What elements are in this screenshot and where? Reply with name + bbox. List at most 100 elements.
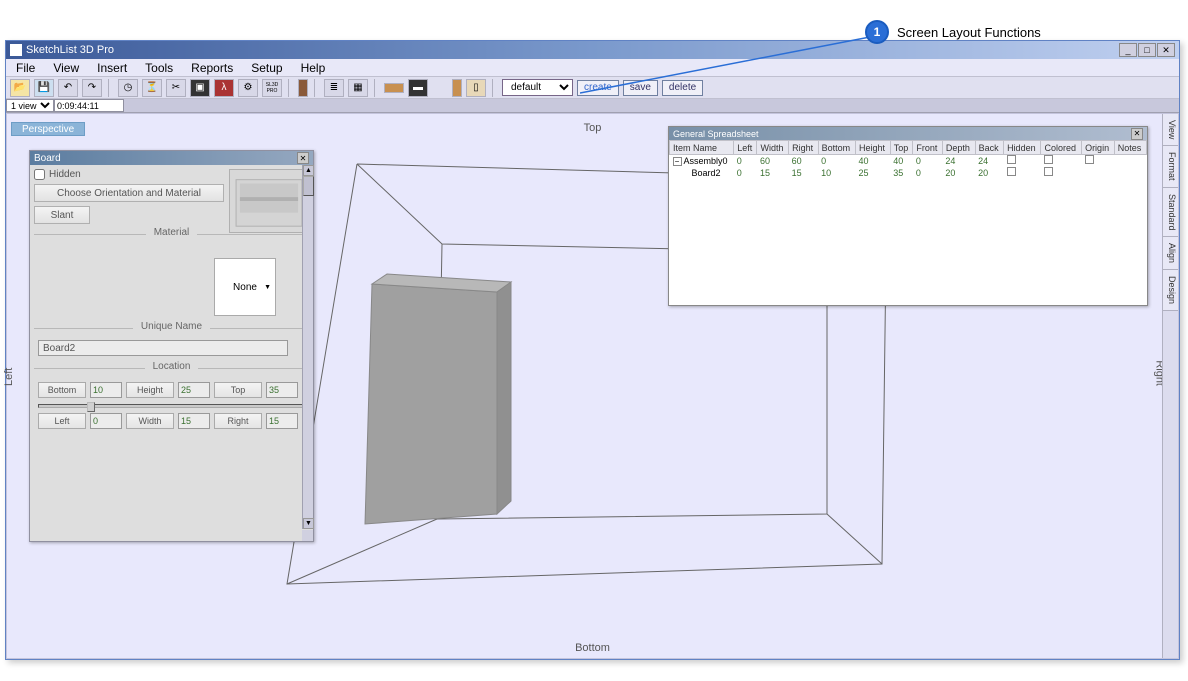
board-v-icon[interactable] [452,79,462,97]
expand-icon[interactable]: − [673,157,682,166]
menu-insert[interactable]: Insert [91,60,133,76]
col-hidden[interactable]: Hidden [1004,141,1041,155]
grid-icon[interactable]: ▦ [348,79,368,97]
loc-height-button[interactable]: Height [126,382,174,398]
menu-reports[interactable]: Reports [185,60,239,76]
close-button[interactable]: ✕ [1157,43,1175,57]
loc-bottom-button[interactable]: Bottom [38,382,86,398]
cavity-icon[interactable]: ▬ [408,79,428,97]
col-width[interactable]: Width [757,141,789,155]
menu-setup[interactable]: Setup [245,60,288,76]
col-itemname[interactable]: Item Name [670,141,734,155]
col-left[interactable]: Left [734,141,757,155]
table-row[interactable]: −Assembly0 060600404002424 [670,155,1147,167]
side-tab-design[interactable]: Design [1163,270,1178,311]
redo-icon[interactable]: ↷ [82,79,102,97]
clock-icon[interactable]: ◷ [118,79,138,97]
loc-right-button[interactable]: Right [214,413,262,429]
menu-file[interactable]: File [10,60,41,76]
col-colored[interactable]: Colored [1041,141,1082,155]
unique-name-section-label: Unique Name [133,321,210,332]
origin-checkbox-cell[interactable] [1085,155,1094,164]
door-icon[interactable] [298,79,308,97]
board-panel: Board ✕ Hidden Choose Orientation and Ma… [29,150,314,542]
slio-icon[interactable]: SL3DPRO [262,79,282,97]
loc-left-button[interactable]: Left [38,413,86,429]
delete-button[interactable]: delete [662,80,703,96]
gear-icon[interactable]: ⚙ [238,79,258,97]
menu-help[interactable]: Help [295,60,332,76]
loc-top-input[interactable] [266,382,298,398]
save-button[interactable]: save [623,80,658,96]
side-tabs: View Format Standard Align Design [1162,114,1178,658]
board-panel-title: Board [34,153,61,164]
col-depth[interactable]: Depth [942,141,975,155]
loc-height-input[interactable] [178,382,210,398]
col-back[interactable]: Back [975,141,1003,155]
spreadsheet-close[interactable]: ✕ [1131,128,1143,140]
hidden-checkbox-cell[interactable] [1007,167,1016,176]
status-strip: 1 view [6,99,1179,113]
hidden-checkbox[interactable] [34,169,45,180]
maximize-button[interactable]: □ [1138,43,1156,57]
col-top[interactable]: Top [890,141,913,155]
col-right[interactable]: Right [789,141,819,155]
perspective-tab[interactable]: Perspective [11,122,85,136]
side-tab-standard[interactable]: Standard [1163,188,1178,238]
annotation-marker: 1 [865,20,889,44]
scissors-icon[interactable]: ✂ [166,79,186,97]
main-viewport-area: Perspective Top Bottom Left Right Boa [6,113,1179,659]
board-panel-close[interactable]: ✕ [297,152,309,164]
colored-checkbox-cell[interactable] [1044,155,1053,164]
table-row[interactable]: Board2 0151510253502020 [670,167,1147,179]
viewport-label-bottom: Bottom [575,642,610,654]
unique-name-input[interactable] [38,340,288,356]
list-icon[interactable]: ≣ [324,79,344,97]
orientation-button[interactable]: Choose Orientation and Material [34,184,224,202]
colored-checkbox-cell[interactable] [1044,167,1053,176]
loc-right-input[interactable] [266,413,298,429]
panel-icon[interactable]: ▯ [466,79,486,97]
save-icon[interactable]: 💾 [34,79,54,97]
col-origin[interactable]: Origin [1082,141,1115,155]
material-select[interactable]: None [214,258,276,316]
side-tab-view[interactable]: View [1163,114,1178,146]
menu-view[interactable]: View [47,60,85,76]
loc-left-input[interactable] [90,413,122,429]
loc-width-button[interactable]: Width [126,413,174,429]
board-panel-resize-handle[interactable] [302,530,313,541]
app-icon [10,44,22,56]
app-title: SketchList 3D Pro [26,44,114,56]
view-count-select[interactable]: 1 view [6,99,54,112]
undo-icon[interactable]: ↶ [58,79,78,97]
loc-width-input[interactable] [178,413,210,429]
slant-button[interactable]: Slant [34,206,90,224]
location-section-label: Location [145,361,199,372]
layout-select[interactable]: default [502,79,573,96]
board-h-icon[interactable] [384,83,404,93]
loc-top-button[interactable]: Top [214,382,262,398]
menu-tools[interactable]: Tools [139,60,179,76]
col-front[interactable]: Front [913,141,943,155]
camera-icon[interactable]: ▣ [190,79,210,97]
timecode-input[interactable] [54,99,124,112]
side-tab-format[interactable]: Format [1163,146,1178,188]
create-button[interactable]: create [577,80,619,96]
viewport-label-top: Top [584,122,602,134]
minimize-button[interactable]: _ [1119,43,1137,57]
col-bottom[interactable]: Bottom [818,141,855,155]
loc-bottom-input[interactable] [90,382,122,398]
hidden-label: Hidden [49,169,81,180]
hidden-checkbox-cell[interactable] [1007,155,1016,164]
side-tab-align[interactable]: Align [1163,237,1178,270]
pdf-icon[interactable]: λ [214,79,234,97]
table-header-row: Item Name Left Width Right Bottom Height… [670,141,1147,155]
board-panel-scrollbar[interactable]: ▲ ▼ [302,165,313,529]
annotation-text: Screen Layout Functions [897,25,1041,40]
col-height[interactable]: Height [855,141,890,155]
app-window: SketchList 3D Pro _ □ ✕ File View Insert… [5,40,1180,660]
location-slider-thumb[interactable] [87,402,95,412]
hourglass-icon[interactable]: ⏳ [142,79,162,97]
open-icon[interactable]: 📂 [10,79,30,97]
col-notes[interactable]: Notes [1114,141,1146,155]
